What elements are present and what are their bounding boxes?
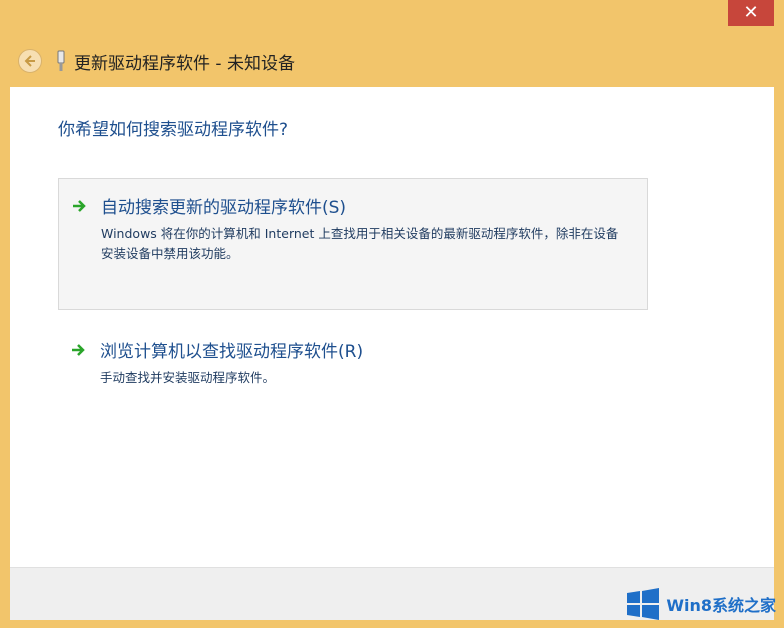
green-arrow-icon: [72, 344, 85, 356]
page-question: 你希望如何搜索驱动程序软件?: [58, 120, 289, 140]
close-button[interactable]: ✕: [728, 0, 774, 26]
device-icon: [57, 50, 65, 71]
watermark-text: Win8系统之家: [666, 596, 776, 615]
title-bar: 更新驱动程序软件 - 未知设备: [10, 35, 774, 87]
content-area: 你希望如何搜索驱动程序软件? 自动搜索更新的驱动程序软件(S) Windows …: [10, 87, 774, 567]
option-title: 浏览计算机以查找驱动程序软件(R): [100, 342, 364, 362]
option-browse-computer[interactable]: 浏览计算机以查找驱动程序软件(R) 手动查找并安装驱动程序软件。: [58, 323, 648, 403]
back-button[interactable]: [18, 49, 42, 73]
close-icon: ✕: [743, 2, 759, 23]
option-description: 手动查找并安装驱动程序软件。: [100, 370, 276, 385]
dialog-window: ✕ 更新驱动程序软件 - 未知设备 你希望如何搜索驱动程序软件? 自动搜索更新的…: [0, 0, 784, 628]
window-title: 更新驱动程序软件 - 未知设备: [74, 53, 295, 74]
back-arrow-icon: [24, 55, 35, 67]
option-description: Windows 将在你的计算机和 Internet 上查找用于相关设备的最新驱动…: [101, 226, 619, 261]
option-auto-search[interactable]: 自动搜索更新的驱动程序软件(S) Windows 将在你的计算机和 Intern…: [58, 178, 648, 310]
option-title: 自动搜索更新的驱动程序软件(S): [101, 198, 347, 218]
green-arrow-icon: [73, 200, 86, 212]
windows-logo-icon: [627, 588, 660, 620]
watermark: Win8系统之家: [626, 588, 776, 620]
